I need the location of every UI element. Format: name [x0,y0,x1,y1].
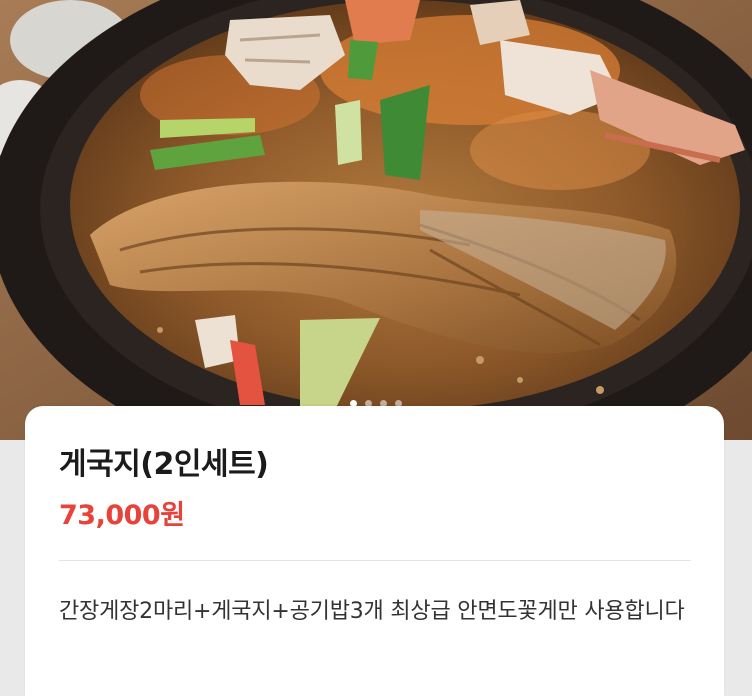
food-photo[interactable] [0,0,752,440]
divider [59,560,691,561]
stew-photo-illustration [0,0,752,440]
menu-info-card: 게국지(2인세트) 73,000원 간장게장2마리+게국지+공기밥3개 최상급 … [25,406,724,696]
menu-item-price: 73,000원 [59,500,185,531]
menu-item-description: 간장게장2마리+게국지+공기밥3개 최상급 안면도꽃게만 사용합니다 [59,599,685,624]
menu-item-name: 게국지(2인세트) [59,447,269,482]
